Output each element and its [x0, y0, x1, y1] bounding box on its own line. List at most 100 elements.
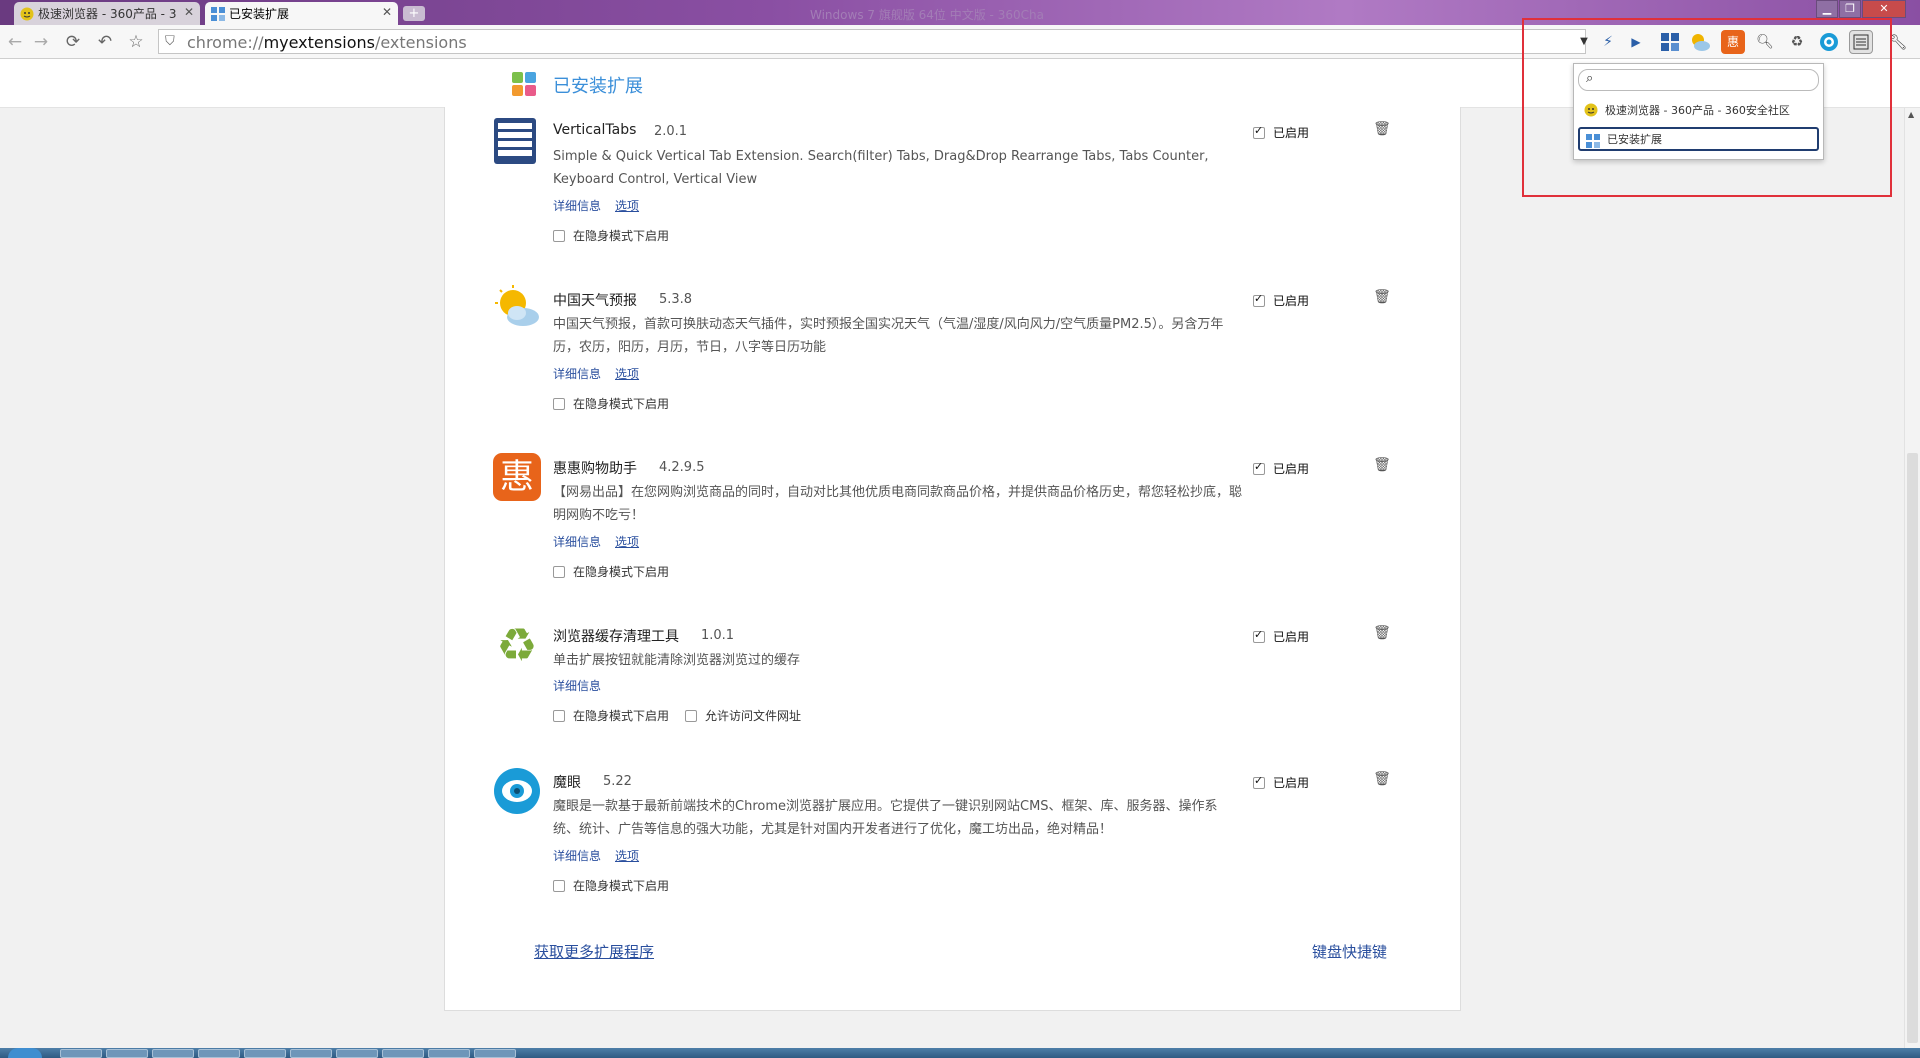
tab-360-product[interactable]: 极速浏览器 - 360产品 - 3 ✕ [14, 2, 200, 25]
incognito-label: 在隐身模式下启用 [573, 709, 670, 723]
incognito-label: 在隐身模式下启用 [573, 397, 670, 411]
recycle-icon: ♻ [496, 618, 538, 672]
get-more-extensions-link[interactable]: 获取更多扩展程序 [534, 941, 654, 962]
incognito-option[interactable]: 在隐身模式下启用 [553, 227, 669, 244]
extension-version: 2.0.1 [654, 124, 688, 139]
extension-item-cache-cleaner: ♻ 浏览器缓存清理工具 1.0.1 单击扩展按钮就能清除浏览器浏览过的缓存 详细… [445, 611, 1460, 731]
tab-installed-extensions[interactable]: 已安装扩展 ✕ [205, 2, 398, 25]
extension-links: 详细信息 选项 [553, 847, 653, 864]
incognito-label: 在隐身模式下启用 [573, 565, 670, 579]
options-link[interactable]: 选项 [615, 535, 639, 549]
taskbar-button[interactable] [290, 1049, 332, 1058]
weather-icon [493, 285, 541, 333]
incognito-option[interactable]: 在隐身模式下启用 [553, 563, 669, 580]
address-url: chrome://myextensions/extensions [187, 33, 467, 52]
extensions-grid-icon [211, 7, 225, 21]
minimize-button[interactable]: ▁ [1816, 0, 1838, 18]
incognito-checkbox[interactable] [553, 879, 565, 892]
trash-icon[interactable]: 🗑︎ [1373, 289, 1391, 307]
incognito-checkbox[interactable] [553, 709, 565, 722]
back-icon[interactable]: ← [4, 31, 26, 53]
scroll-up-icon[interactable]: ▲ [1908, 110, 1914, 119]
bookmark-star-icon[interactable]: ☆ [125, 31, 147, 53]
refresh-icon[interactable]: ⟳ [62, 31, 84, 53]
taskbar-button[interactable] [60, 1049, 102, 1058]
undo-icon[interactable]: ↶ [94, 31, 116, 53]
details-link[interactable]: 详细信息 [553, 679, 601, 693]
trash-icon[interactable]: 🗑︎ [1373, 457, 1391, 475]
enabled-toggle[interactable]: 已启用 [1253, 124, 1309, 141]
enabled-checkbox[interactable] [1253, 628, 1265, 643]
enabled-toggle[interactable]: 已启用 [1253, 292, 1309, 309]
taskbar-button[interactable] [428, 1049, 470, 1058]
enabled-toggle[interactable]: 已启用 [1253, 460, 1309, 477]
close-tab-icon[interactable]: ✕ [184, 5, 194, 19]
close-window-button[interactable]: ✕ [1862, 0, 1906, 18]
keyboard-shortcuts-link[interactable]: 键盘快捷键 [1312, 941, 1387, 962]
incognito-checkbox[interactable] [553, 397, 565, 410]
forward-icon[interactable]: → [30, 31, 52, 53]
extension-item-weather: 中国天气预报 5.3.8 中国天气预报，首款可换肤动态天气插件，实时预报全国实况… [445, 275, 1460, 415]
enabled-toggle[interactable]: 已启用 [1253, 774, 1309, 791]
close-tab-icon[interactable]: ✕ [382, 5, 392, 19]
enabled-checkbox[interactable] [1253, 774, 1265, 789]
extension-name: 惠惠购物助手 [553, 461, 637, 477]
extension-item-verticaltabs: VerticalTabs 2.0.1 Simple & Quick Vertic… [445, 107, 1460, 247]
extension-links: 详细信息 选项 [553, 533, 653, 550]
taskbar-button[interactable] [382, 1049, 424, 1058]
taskbar-button[interactable] [152, 1049, 194, 1058]
address-bar[interactable]: ⛉ chrome://myextensions/extensions [158, 29, 1586, 54]
enabled-label: 已启用 [1273, 126, 1310, 140]
extension-item-huihui: 惠 惠惠购物助手 4.2.9.5 【网易出品】在您网购浏览商品的同时，自动对比其… [445, 443, 1460, 583]
page-scrollbar[interactable]: ▲ [1904, 108, 1920, 1050]
smiley-icon [20, 7, 34, 21]
extension-item-magic-eye: 魔眼 5.22 魔眼是一款基于最新前端技术的Chrome浏览器扩展应用。它提供了… [445, 757, 1460, 897]
extension-version: 4.2.9.5 [659, 460, 705, 475]
magic-eye-icon [493, 767, 541, 815]
extension-version: 5.22 [603, 774, 632, 789]
incognito-checkbox[interactable] [553, 565, 565, 578]
enabled-checkbox[interactable] [1253, 124, 1265, 139]
trash-icon[interactable]: 🗑︎ [1373, 625, 1391, 643]
taskbar-button[interactable] [106, 1049, 148, 1058]
incognito-option[interactable]: 在隐身模式下启用 [553, 877, 669, 894]
start-button[interactable] [8, 1048, 42, 1058]
extension-links: 详细信息 选项 [553, 365, 653, 382]
incognito-option[interactable]: 在隐身模式下启用 允许访问文件网址 [553, 707, 801, 724]
extension-description: 中国天气预报，首款可换肤动态天气插件，实时预报全国实况天气（气温/湿度/风向风力… [553, 317, 1224, 355]
windows-taskbar [0, 1048, 1920, 1058]
tab-title: 极速浏览器 - 360产品 - 3 [38, 7, 177, 21]
window-title: Windows 7 旗舰版 64位 中文版 - 360Cha [810, 8, 1044, 22]
incognito-option[interactable]: 在隐身模式下启用 [553, 395, 669, 412]
extension-links: 详细信息 [553, 677, 615, 694]
extension-links: 详细信息 选项 [553, 197, 653, 214]
details-link[interactable]: 详细信息 [553, 535, 601, 549]
enabled-checkbox[interactable] [1253, 460, 1265, 475]
enabled-toggle[interactable]: 已启用 [1253, 628, 1309, 645]
options-link[interactable]: 选项 [615, 367, 639, 381]
taskbar-button[interactable] [474, 1049, 516, 1058]
extension-version: 5.3.8 [659, 292, 693, 307]
trash-icon[interactable]: 🗑︎ [1373, 121, 1391, 139]
taskbar-button[interactable] [198, 1049, 240, 1058]
enabled-checkbox[interactable] [1253, 292, 1265, 307]
maximize-button[interactable]: ❐ [1839, 0, 1861, 18]
extension-name: VerticalTabs [553, 122, 637, 138]
taskbar-button[interactable] [244, 1049, 286, 1058]
file-access-checkbox[interactable] [685, 709, 698, 722]
options-link[interactable]: 选项 [615, 849, 639, 863]
tab-title: 已安装扩展 [229, 7, 290, 21]
incognito-checkbox[interactable] [553, 229, 565, 242]
taskbar-button[interactable] [336, 1049, 378, 1058]
new-tab-button[interactable]: + [403, 6, 425, 21]
options-link[interactable]: 选项 [615, 199, 639, 213]
scrollbar-thumb[interactable] [1907, 453, 1918, 1043]
huihui-icon: 惠 [493, 453, 541, 501]
trash-icon[interactable]: 🗑︎ [1373, 771, 1391, 789]
incognito-label: 在隐身模式下启用 [573, 229, 670, 243]
details-link[interactable]: 详细信息 [553, 199, 601, 213]
details-link[interactable]: 详细信息 [553, 849, 601, 863]
details-link[interactable]: 详细信息 [553, 367, 601, 381]
shield-icon: ⛉ [165, 34, 175, 49]
extensions-logo-icon [512, 72, 536, 96]
